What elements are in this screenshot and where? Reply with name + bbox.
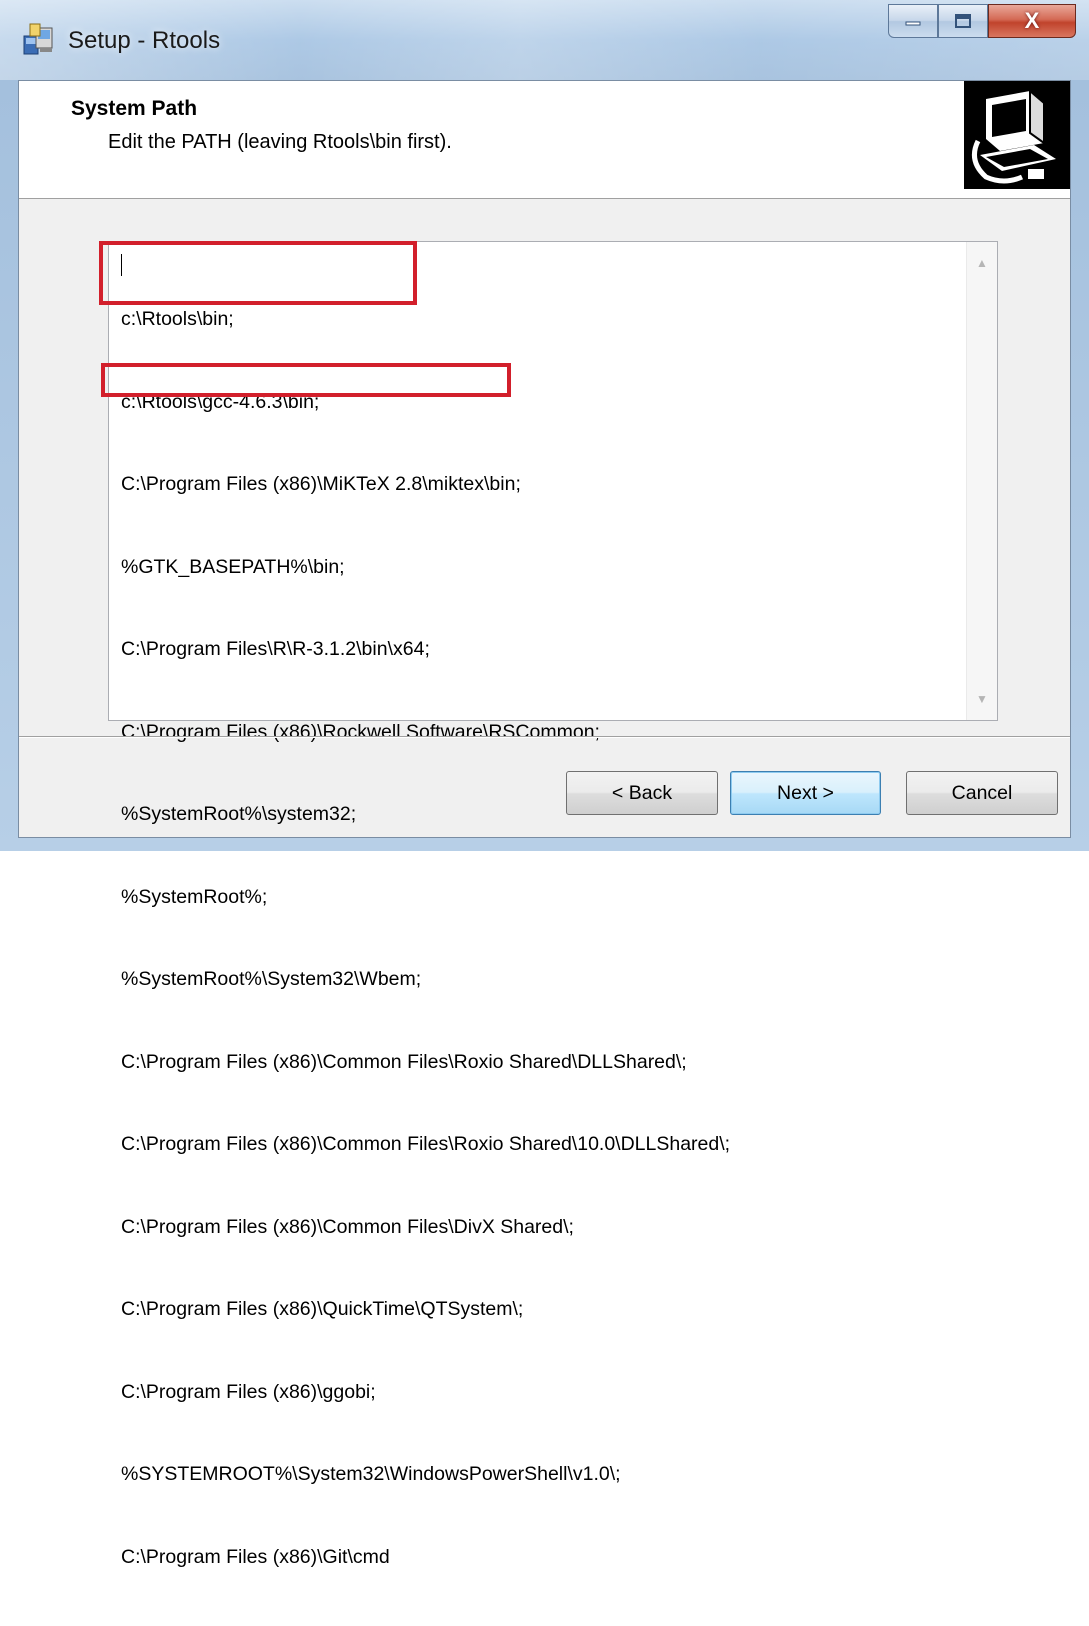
scroll-down-arrow-icon[interactable]: ▼ xyxy=(967,684,997,714)
scroll-up-arrow-icon[interactable]: ▲ xyxy=(967,248,997,278)
path-line: C:\Program Files (x86)\MiKTeX 2.8\miktex… xyxy=(121,473,521,495)
header-image xyxy=(964,81,1070,189)
path-line: C:\Program Files (x86)\ggobi; xyxy=(121,1380,376,1403)
path-line: C:\Program Files (x86)\Common Files\DivX… xyxy=(121,1215,574,1238)
window-frame: Setup - Rtools X System Path Edit the PA… xyxy=(0,0,1089,1568)
maximize-icon xyxy=(955,14,971,28)
path-line: C:\Program Files (x86)\Rockwell Software… xyxy=(121,720,600,743)
path-line: C:\Program Files\R\R-3.1.2\bin\x64; xyxy=(121,638,430,660)
annotation-highlight-r-bin xyxy=(101,363,511,397)
page-title: System Path xyxy=(71,97,198,120)
page-subtitle: Edit the PATH (leaving Rtools\bin first)… xyxy=(108,131,452,153)
maximize-button[interactable] xyxy=(938,4,988,38)
path-line: C:\Program Files (x86)\Git\cmd xyxy=(121,1545,390,1568)
computer-install-icon xyxy=(964,81,1070,189)
minimize-button[interactable] xyxy=(888,4,938,38)
path-line: C:\Program Files (x86)\QuickTime\QTSyste… xyxy=(121,1298,524,1320)
path-line: c:\Rtools\bin; xyxy=(121,308,234,330)
path-line: C:\Program Files (x86)\Common Files\Roxi… xyxy=(121,1133,731,1155)
path-line: C:\Program Files (x86)\Common Files\Roxi… xyxy=(121,1050,687,1073)
path-line: %GTK_BASEPATH%\bin; xyxy=(121,555,345,578)
path-line: %SystemRoot%; xyxy=(121,885,268,908)
path-line: %SystemRoot%\System32\Wbem; xyxy=(121,968,422,990)
wizard-header: System Path Edit the PATH (leaving Rtool… xyxy=(19,81,1070,199)
setup-installer-icon xyxy=(23,23,53,55)
annotation-highlight-rtools xyxy=(99,241,417,305)
window-title: Setup - Rtools xyxy=(68,27,221,54)
path-line: %SYSTEMROOT%\System32\WindowsPowerShell\… xyxy=(121,1463,621,1485)
vertical-scrollbar[interactable]: ▲ ▼ xyxy=(966,242,997,720)
path-lines: c:\Rtools\bin; c:\Rtools\gcc-4.6.3\bin; … xyxy=(121,251,961,1626)
minimize-icon xyxy=(905,21,921,26)
close-button[interactable]: X xyxy=(988,4,1076,38)
path-textarea[interactable]: c:\Rtools\bin; c:\Rtools\gcc-4.6.3\bin; … xyxy=(108,241,998,1568)
close-icon: X xyxy=(1024,8,1040,33)
footer-divider xyxy=(19,736,1070,738)
next-button[interactable]: Next > xyxy=(730,771,881,815)
back-button[interactable]: < Back xyxy=(566,771,718,815)
wizard-client-area: System Path Edit the PATH (leaving Rtool… xyxy=(18,80,1071,1568)
caption-buttons: X xyxy=(888,4,1076,40)
cancel-button[interactable]: Cancel xyxy=(906,771,1058,815)
